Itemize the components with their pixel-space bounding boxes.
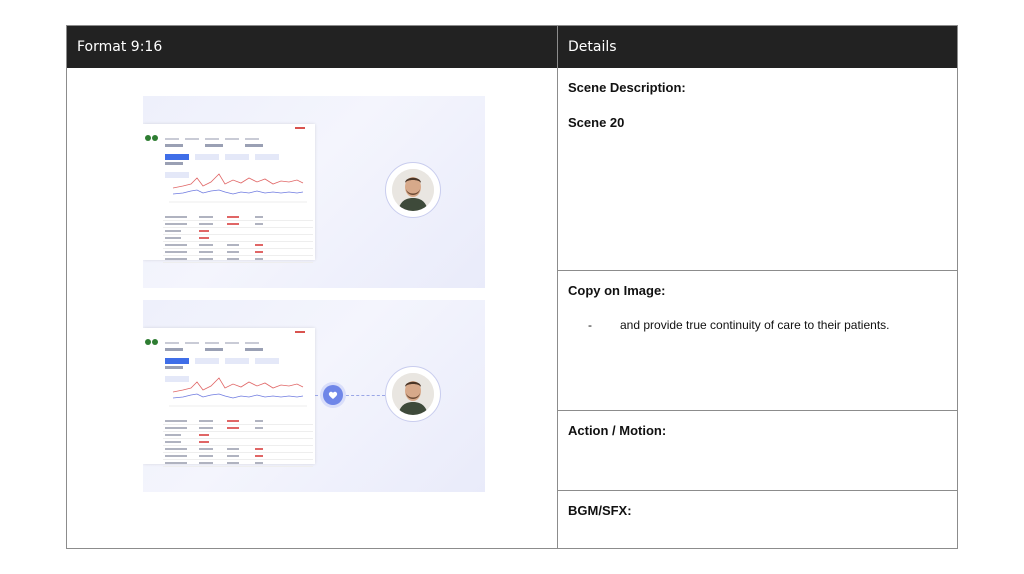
line-chart — [169, 377, 307, 407]
copy-text: and provide true continuity of care to t… — [620, 318, 890, 332]
details-header: Details — [557, 26, 957, 68]
scene-description-label: Scene Description: — [568, 80, 686, 95]
copy-on-image-label: Copy on Image: — [568, 283, 666, 298]
nav-bar — [165, 127, 311, 140]
details-column: Scene Description: Scene 20 Copy on Imag… — [557, 68, 958, 548]
action-motion-label: Action / Motion: — [568, 423, 667, 438]
bgm-sfx-label: BGM/SFX: — [568, 503, 632, 518]
dashboard-mockup — [143, 124, 315, 263]
avatar-ring — [385, 162, 441, 218]
scene-description-cell: Scene Description: Scene 20 — [558, 68, 958, 271]
dashboard-mockup — [143, 328, 315, 467]
avatar-ring — [385, 366, 441, 422]
scene-number: Scene 20 — [568, 115, 625, 130]
data-table — [163, 418, 313, 467]
doctor-avatar — [392, 169, 434, 211]
preview-column — [67, 68, 557, 548]
action-motion-cell: Action / Motion: — [558, 411, 958, 491]
nav-bar — [165, 331, 311, 344]
bullet-dash: - — [588, 318, 592, 332]
format-header: Format 9:16 — [67, 26, 557, 68]
button-row — [165, 351, 311, 382]
doctor-avatar — [392, 373, 434, 415]
line-chart — [169, 173, 307, 203]
scene-thumbnail-2 — [143, 300, 485, 492]
copy-bullet-item: - and provide true continuity of care to… — [568, 318, 948, 332]
logo-icon — [145, 128, 161, 146]
stat-row — [165, 134, 311, 165]
copy-on-image-cell: Copy on Image: - and provide true contin… — [558, 271, 958, 411]
scene-thumbnail-1 — [143, 96, 485, 288]
button-row — [165, 147, 311, 178]
bgm-sfx-cell: BGM/SFX: — [558, 491, 958, 548]
data-table — [163, 214, 313, 263]
stat-row — [165, 338, 311, 369]
logo-icon — [145, 332, 161, 350]
care-hub-icon — [323, 385, 343, 405]
storyboard-table: Format 9:16 Details Scene Description: S… — [66, 25, 958, 549]
